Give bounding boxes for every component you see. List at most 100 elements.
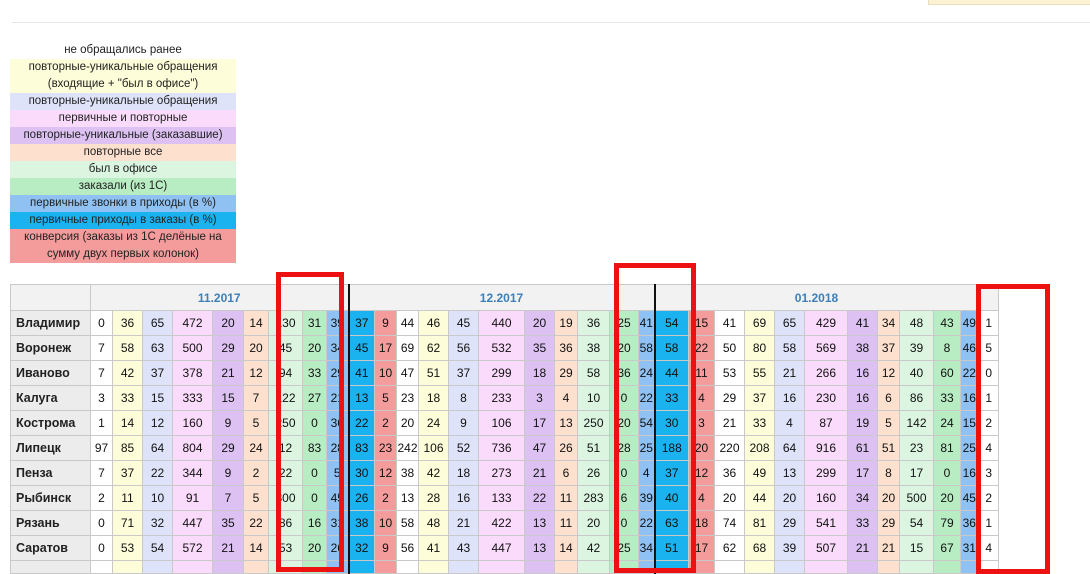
value-cell: 16 bbox=[847, 385, 878, 411]
value-cell: 17 bbox=[524, 410, 555, 436]
value-cell bbox=[774, 560, 805, 574]
value-cell: 2 bbox=[243, 460, 269, 486]
value-cell: 0 bbox=[90, 310, 113, 336]
value-cell: 63 bbox=[142, 335, 173, 361]
value-cell: 16 bbox=[448, 485, 479, 511]
value-cell: 19 bbox=[554, 310, 578, 336]
value-cell: 20 bbox=[933, 485, 961, 511]
value-cell: 47 bbox=[396, 360, 419, 386]
value-cell bbox=[418, 560, 449, 574]
legend-item: повторные-уникальные обращения (входящие… bbox=[10, 59, 236, 93]
table-row: Владимир 0 36 65 472 20 14 130 31 39 37 9 44 46 45 440 2… bbox=[10, 310, 999, 336]
highlight-box-nov bbox=[276, 272, 344, 572]
value-cell: 62 bbox=[714, 535, 745, 561]
legend-item: конверсия (заказы из 1С делёные на сумму… bbox=[10, 229, 236, 263]
value-cell: 29 bbox=[212, 435, 244, 461]
value-cell: 20 bbox=[877, 485, 900, 511]
value-cell: 41 bbox=[418, 535, 449, 561]
value-cell: 12 bbox=[243, 360, 269, 386]
value-cell: 43 bbox=[448, 535, 479, 561]
value-cell: 36 bbox=[554, 335, 578, 361]
value-cell: 16 bbox=[774, 385, 805, 411]
value-cell: 14 bbox=[243, 535, 269, 561]
value-cell: 48 bbox=[899, 310, 934, 336]
city-name: Пенза bbox=[10, 460, 91, 486]
value-cell: 13 bbox=[554, 410, 578, 436]
value-cell: 422 bbox=[478, 510, 525, 536]
value-cell bbox=[396, 560, 419, 574]
value-cell: 52 bbox=[448, 435, 479, 461]
table-row: Пенза 7 37 22 344 9 2 22 0 5 30 12 38 42 18 273 21 6 26 0 4 3… bbox=[10, 460, 999, 486]
value-cell: 47 bbox=[524, 435, 555, 461]
value-cell: 86 bbox=[899, 385, 934, 411]
value-cell: 41 bbox=[847, 310, 878, 336]
value-cell: 572 bbox=[172, 535, 213, 561]
city-name: Калуга bbox=[10, 385, 91, 411]
value-cell: 507 bbox=[804, 535, 848, 561]
value-cell: 11 bbox=[112, 485, 143, 511]
value-cell: 26 bbox=[577, 460, 610, 486]
city-name: Воронеж bbox=[10, 335, 91, 361]
value-cell: 33 bbox=[847, 510, 878, 536]
value-cell bbox=[933, 560, 961, 574]
value-cell: 38 bbox=[847, 335, 878, 361]
value-cell: 20 bbox=[212, 310, 244, 336]
value-cell: 344 bbox=[172, 460, 213, 486]
legend-item: не обращались ранее bbox=[10, 42, 236, 59]
value-cell bbox=[804, 560, 848, 574]
value-cell: 37 bbox=[877, 335, 900, 361]
value-cell: 55 bbox=[744, 360, 775, 386]
value-cell: 22 bbox=[243, 510, 269, 536]
value-cell: 18 bbox=[524, 360, 555, 386]
value-cell: 46 bbox=[418, 310, 449, 336]
value-cell: 273 bbox=[478, 460, 525, 486]
value-cell: 45 bbox=[448, 310, 479, 336]
value-cell: 41 bbox=[714, 310, 745, 336]
value-cell: 10 bbox=[577, 385, 610, 411]
value-cell: 69 bbox=[396, 335, 419, 361]
value-cell: 242 bbox=[396, 435, 419, 461]
value-cell: 220 bbox=[714, 435, 745, 461]
value-cell: 51 bbox=[418, 360, 449, 386]
value-cell bbox=[112, 560, 143, 574]
value-cell bbox=[577, 560, 610, 574]
value-cell: 20 bbox=[774, 485, 805, 511]
value-cell: 53 bbox=[714, 360, 745, 386]
value-cell: 9 bbox=[212, 460, 244, 486]
value-cell: 233 bbox=[478, 385, 525, 411]
value-cell: 11 bbox=[554, 510, 578, 536]
value-cell: 38 bbox=[396, 460, 419, 486]
month-header: 12.2017 bbox=[347, 284, 655, 311]
city-name: Рязань bbox=[10, 510, 91, 536]
value-cell: 21 bbox=[448, 510, 479, 536]
value-cell: 50 bbox=[714, 335, 745, 361]
value-cell: 736 bbox=[478, 435, 525, 461]
value-cell: 37 bbox=[142, 360, 173, 386]
value-cell: 21 bbox=[847, 535, 878, 561]
table-row-partial bbox=[10, 560, 999, 574]
value-cell: 541 bbox=[804, 510, 848, 536]
value-cell: 500 bbox=[172, 335, 213, 361]
value-cell: 472 bbox=[172, 310, 213, 336]
value-cell: 35 bbox=[524, 335, 555, 361]
value-cell: 45 bbox=[347, 335, 375, 361]
value-cell: 58 bbox=[774, 335, 805, 361]
value-cell: 9 bbox=[374, 310, 397, 336]
value-cell: 18 bbox=[418, 385, 449, 411]
value-cell: 80 bbox=[744, 335, 775, 361]
value-cell: 13 bbox=[524, 510, 555, 536]
value-cell: 7 bbox=[90, 460, 113, 486]
value-cell: 7 bbox=[212, 485, 244, 511]
value-cell bbox=[744, 560, 775, 574]
value-cell: 87 bbox=[804, 410, 848, 436]
value-cell: 804 bbox=[172, 435, 213, 461]
value-cell: 15 bbox=[142, 385, 173, 411]
value-cell: 67 bbox=[933, 535, 961, 561]
table-row: Иваново 7 42 37 378 21 12 94 33 29 41 10 47 51 37 299 18… bbox=[10, 360, 999, 386]
value-cell: 23 bbox=[374, 435, 397, 461]
value-cell: 230 bbox=[804, 385, 848, 411]
value-cell: 12 bbox=[877, 360, 900, 386]
value-cell: 17 bbox=[374, 335, 397, 361]
value-cell: 14 bbox=[554, 535, 578, 561]
value-cell: 21 bbox=[714, 410, 745, 436]
